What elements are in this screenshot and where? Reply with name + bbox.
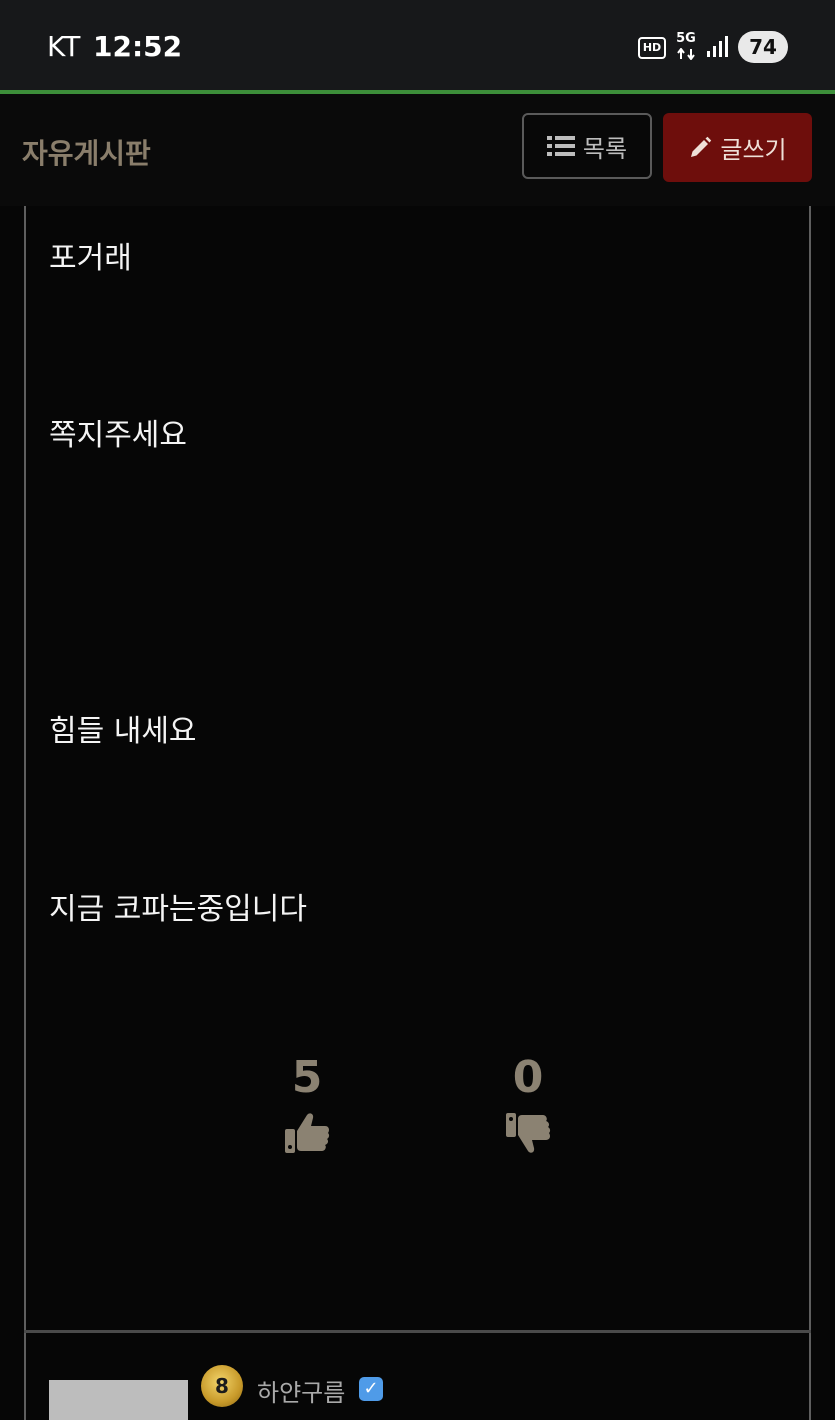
downvote-count: 0 xyxy=(512,1052,544,1103)
hd-voice-icon: HD xyxy=(638,37,666,59)
signal-strength-icon xyxy=(707,36,728,57)
pencil-icon xyxy=(691,136,712,157)
data-arrows-icon xyxy=(677,48,695,60)
board-title[interactable]: 자유게시판 xyxy=(22,132,151,172)
level-badge-icon: 8 xyxy=(201,1365,243,1407)
write-button[interactable]: 글쓰기 xyxy=(663,113,812,182)
post-line: 힘들 내세요 xyxy=(49,714,197,749)
network-label: 5G xyxy=(676,31,696,46)
post-line: 지금 코파는중입니다 xyxy=(49,892,307,927)
write-button-label: 글쓰기 xyxy=(720,136,787,164)
username[interactable]: 하얀구름 xyxy=(257,1373,345,1408)
carrier-label: KT xyxy=(47,30,81,63)
post-line: 쪽지주세요 xyxy=(49,418,187,453)
list-button-label: 목록 xyxy=(582,134,628,163)
clock: 12:52 xyxy=(93,30,183,63)
thumbs-up-icon xyxy=(285,1113,330,1153)
thumbs-down-icon xyxy=(506,1113,551,1153)
avatar[interactable] xyxy=(49,1380,188,1420)
list-button[interactable]: 목록 xyxy=(522,113,652,179)
downvote-button[interactable]: 0 xyxy=(488,1053,568,1161)
post-line: 포거래 xyxy=(49,241,132,276)
upvote-count: 5 xyxy=(291,1052,323,1103)
post-body xyxy=(24,206,811,1330)
list-icon xyxy=(546,136,575,156)
check-badge-icon: ✓ xyxy=(359,1377,383,1401)
battery-icon: 74 xyxy=(738,31,788,63)
network-5g-icon: 5G xyxy=(673,32,699,62)
upvote-button[interactable]: 5 xyxy=(267,1053,347,1161)
